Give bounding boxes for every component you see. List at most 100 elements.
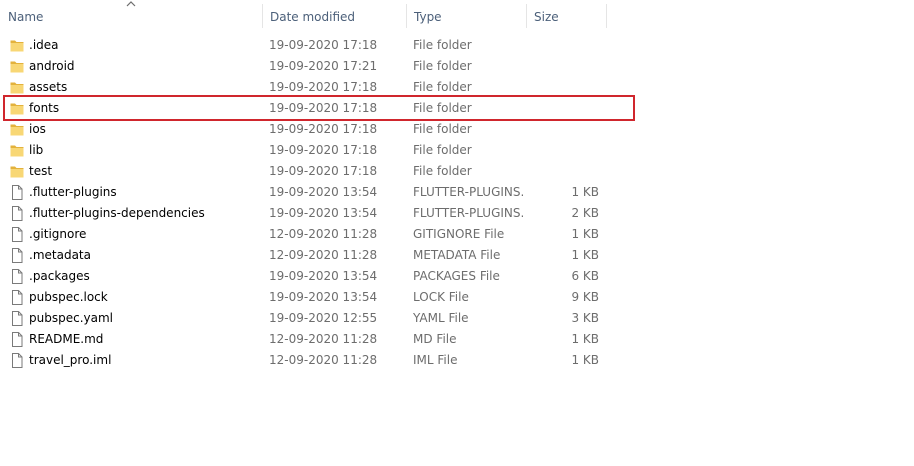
file-type: File folder	[413, 164, 472, 178]
file-date-modified: 19-09-2020 17:18	[269, 164, 378, 178]
file-date-modified: 12-09-2020 11:28	[269, 332, 378, 346]
file-name: pubspec.lock	[29, 290, 108, 304]
file-date-modified: 19-09-2020 17:18	[269, 143, 378, 157]
file-name: pubspec.yaml	[29, 311, 113, 325]
file-name: .metadata	[29, 248, 91, 262]
file-row[interactable]: README.md 12-09-2020 11:28 MD File 1 KB	[0, 329, 606, 350]
file-size: 3 KB	[571, 311, 599, 325]
file-name: ios	[29, 122, 46, 136]
file-row[interactable]: android 19-09-2020 17:21 File folder	[0, 56, 606, 77]
file-row[interactable]: ios 19-09-2020 17:18 File folder	[0, 119, 606, 140]
file-row[interactable]: lib 19-09-2020 17:18 File folder	[0, 140, 606, 161]
file-row[interactable]: pubspec.yaml 19-09-2020 12:55 YAML File 3 K…	[0, 308, 606, 329]
file-date-modified: 19-09-2020 17:18	[269, 122, 378, 136]
file-date-modified: 19-09-2020 12:55	[269, 311, 378, 325]
column-header-type[interactable]: Type	[406, 0, 526, 34]
file-date-modified: 19-09-2020 17:18	[269, 80, 378, 94]
file-date-modified: 19-09-2020 17:21	[269, 59, 378, 73]
file-type: File folder	[413, 143, 472, 157]
file-date-modified: 19-09-2020 17:18	[269, 38, 378, 52]
file-icon	[10, 332, 24, 347]
folder-icon	[10, 59, 24, 74]
file-type: GITIGNORE File	[413, 227, 505, 241]
file-icon	[10, 311, 24, 326]
file-row[interactable]: .gitignore 12-09-2020 11:28 GITIGNORE File…	[0, 224, 606, 245]
file-icon	[10, 290, 24, 305]
file-icon	[10, 353, 24, 368]
folder-icon	[10, 143, 24, 158]
sort-ascending-icon	[126, 1, 136, 7]
file-name: .packages	[29, 269, 90, 283]
file-row[interactable]: test 19-09-2020 17:18 File folder	[0, 161, 606, 182]
file-size: 1 KB	[571, 185, 599, 199]
folder-icon	[10, 164, 24, 179]
file-size: 1 KB	[571, 332, 599, 346]
file-type: File folder	[413, 80, 472, 94]
file-date-modified: 19-09-2020 13:54	[269, 185, 378, 199]
folder-icon	[10, 122, 24, 137]
column-header-type-label: Type	[414, 10, 442, 24]
column-header-size[interactable]: Size	[526, 0, 606, 34]
column-header-name-label: Name	[8, 10, 44, 24]
file-date-modified: 12-09-2020 11:28	[269, 248, 378, 262]
file-explorer-details-view: Name Date modified Type Size .idea 19-09-…	[0, 0, 914, 466]
file-type: IML File	[413, 353, 458, 367]
file-row[interactable]: .flutter-plugins 19-09-2020 13:54 FLUTTER-…	[0, 182, 606, 203]
file-type: FLUTTER-PLUGINS...	[413, 206, 523, 220]
file-icon	[10, 206, 24, 221]
folder-icon	[10, 80, 24, 95]
column-header-size-label: Size	[534, 10, 559, 24]
folder-icon	[10, 101, 24, 116]
file-name: lib	[29, 143, 44, 157]
file-row[interactable]: .metadata 12-09-2020 11:28 METADATA File 1 …	[0, 245, 606, 266]
file-type: File folder	[413, 38, 472, 52]
file-type: File folder	[413, 59, 472, 73]
file-row[interactable]: .packages 19-09-2020 13:54 PACKAGES File 6 …	[0, 266, 606, 287]
file-row[interactable]: pubspec.lock 19-09-2020 13:54 LOCK File 9 K…	[0, 287, 606, 308]
file-row[interactable]: assets 19-09-2020 17:18 File folder	[0, 77, 606, 98]
file-row[interactable]: travel_pro.iml 12-09-2020 11:28 IML File 1 …	[0, 350, 606, 371]
file-type: YAML File	[413, 311, 469, 325]
file-size	[526, 77, 599, 98]
file-size: 1 KB	[571, 248, 599, 262]
file-size	[526, 35, 599, 56]
file-date-modified: 19-09-2020 17:18	[269, 101, 378, 115]
column-divider[interactable]	[606, 4, 607, 28]
file-name: .flutter-plugins	[29, 185, 117, 199]
file-name: travel_pro.iml	[29, 353, 112, 367]
file-name: test	[29, 164, 53, 178]
file-size	[526, 140, 599, 161]
file-type: File folder	[413, 122, 472, 136]
file-list: .idea 19-09-2020 17:18 File folder android 1…	[0, 35, 914, 371]
file-icon	[10, 248, 24, 263]
file-row[interactable]: fonts 19-09-2020 17:18 File folder	[0, 98, 606, 119]
file-row[interactable]: .idea 19-09-2020 17:18 File folder	[0, 35, 606, 56]
file-name: .flutter-plugins-dependencies	[29, 206, 205, 220]
column-header-bar: Name Date modified Type Size	[0, 0, 914, 34]
file-icon	[10, 185, 24, 200]
column-header-date-modified[interactable]: Date modified	[262, 0, 406, 34]
file-date-modified: 19-09-2020 13:54	[269, 269, 378, 283]
file-type: METADATA File	[413, 248, 501, 262]
file-size	[526, 98, 599, 119]
file-name: .gitignore	[29, 227, 87, 241]
file-size: 9 KB	[571, 290, 599, 304]
file-name: android	[29, 59, 75, 73]
column-header-date-modified-label: Date modified	[270, 10, 356, 24]
folder-icon	[10, 38, 24, 53]
file-type: PACKAGES File	[413, 269, 500, 283]
file-size	[526, 119, 599, 140]
file-size: 1 KB	[571, 353, 599, 367]
file-size	[526, 161, 599, 182]
file-size	[526, 56, 599, 77]
file-row[interactable]: .flutter-plugins-dependencies 19-09-2020 …	[0, 203, 606, 224]
file-name: README.md	[29, 332, 104, 346]
file-size: 2 KB	[571, 206, 599, 220]
file-size: 1 KB	[571, 227, 599, 241]
file-date-modified: 19-09-2020 13:54	[269, 290, 378, 304]
file-date-modified: 19-09-2020 13:54	[269, 206, 378, 220]
file-date-modified: 12-09-2020 11:28	[269, 227, 378, 241]
file-name: assets	[29, 80, 68, 94]
file-type: LOCK File	[413, 290, 469, 304]
file-icon	[10, 269, 24, 284]
